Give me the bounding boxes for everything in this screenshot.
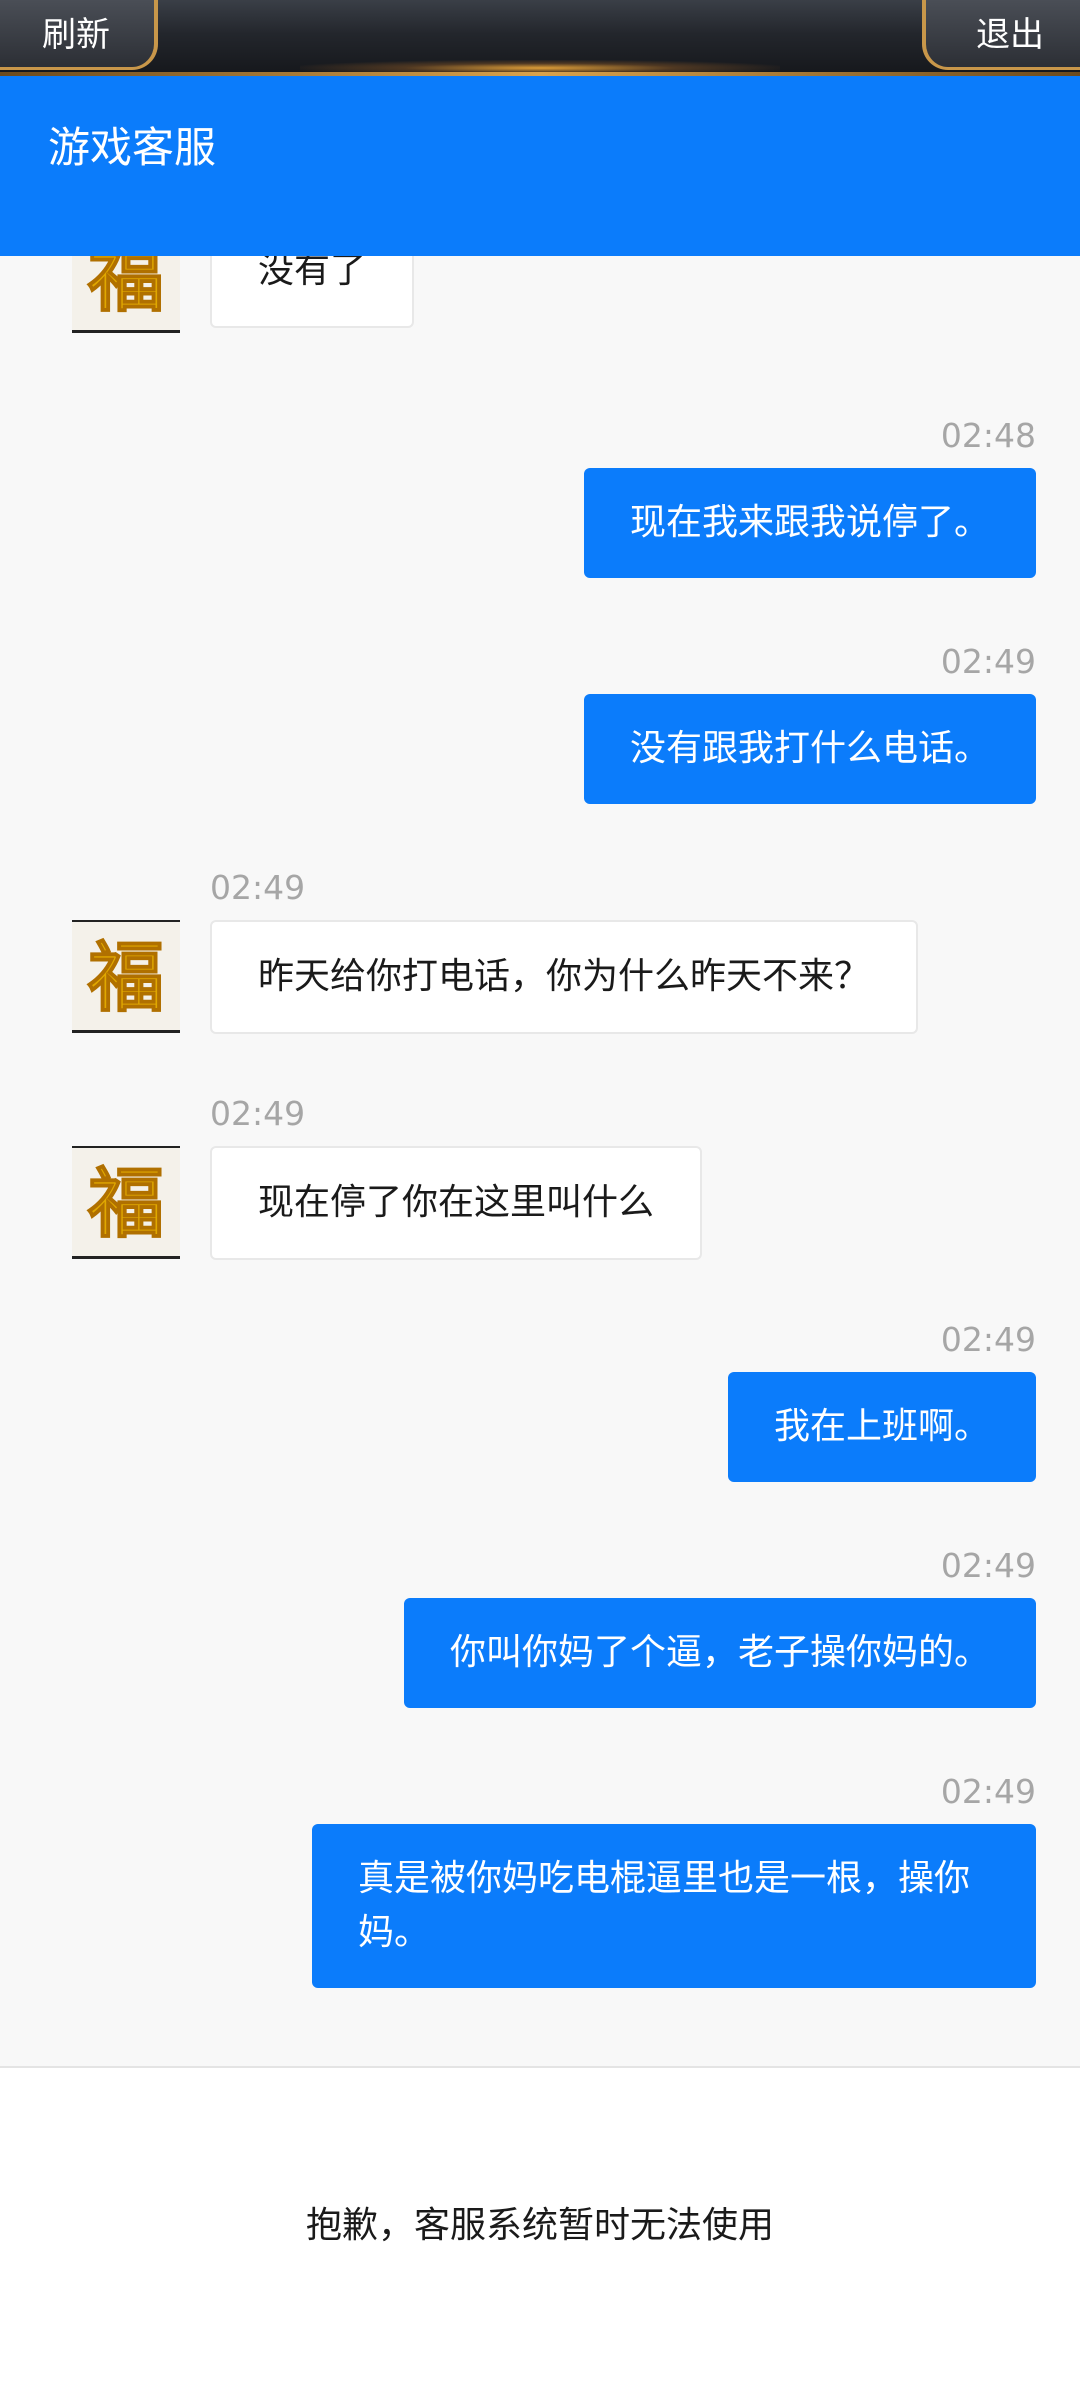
message-bubble: 没有了 bbox=[210, 256, 415, 328]
message-bubble: 现在我来跟我说停了。 bbox=[583, 468, 1036, 578]
message-timestamp: 02:49 bbox=[940, 1772, 1036, 1811]
message-timestamp: 02:49 bbox=[940, 1320, 1036, 1359]
game-top-bar: 刷新 退出 bbox=[0, 0, 1080, 76]
app-root: 刷新 退出 游戏客服 福 没有了 02:48 现在我来跟我说停了。 02:49 … bbox=[0, 0, 1080, 2400]
exit-button[interactable]: 退出 bbox=[922, 0, 1080, 70]
message-bubble: 现在停了你在这里叫什么 bbox=[210, 1146, 703, 1260]
message-timestamp: 02:49 bbox=[940, 1546, 1036, 1585]
message-bubble: 我在上班啊。 bbox=[727, 1372, 1036, 1482]
message-bubble: 你叫你妈了个逼，老子操你妈的。 bbox=[403, 1598, 1036, 1708]
page-title: 游戏客服 bbox=[48, 123, 217, 172]
svg-text:福: 福 bbox=[87, 256, 164, 322]
message-timestamp: 02:48 bbox=[940, 416, 1036, 455]
avatar-fu-icon: 福 bbox=[72, 920, 180, 1033]
chat-message-list[interactable]: 福 没有了 02:48 现在我来跟我说停了。 02:49 没有跟我打什么电话。 … bbox=[0, 256, 1080, 2066]
refresh-button[interactable]: 刷新 bbox=[0, 0, 158, 70]
service-unavailable-notice: 抱歉，客服系统暂时无法使用 bbox=[305, 2205, 774, 2246]
message-bubble: 没有跟我打什么电话。 bbox=[583, 694, 1036, 804]
svg-text:福: 福 bbox=[87, 1159, 164, 1248]
message-timestamp: 02:49 bbox=[210, 1094, 306, 1133]
message-bubble: 昨天给你打电话，你为什么昨天不来？ bbox=[210, 920, 919, 1034]
message-timestamp: 02:49 bbox=[210, 868, 306, 907]
avatar-fu-icon: 福 bbox=[72, 256, 180, 333]
avatar-fu-icon: 福 bbox=[72, 1146, 180, 1259]
message-bubble: 真是被你妈吃电棍逼里也是一根，操你妈。 bbox=[312, 1824, 1036, 1988]
chat-header: 游戏客服 bbox=[0, 76, 1080, 256]
chat-footer: 抱歉，客服系统暂时无法使用 bbox=[0, 2066, 1080, 2400]
svg-text:福: 福 bbox=[87, 933, 164, 1022]
message-timestamp: 02:49 bbox=[940, 642, 1036, 681]
